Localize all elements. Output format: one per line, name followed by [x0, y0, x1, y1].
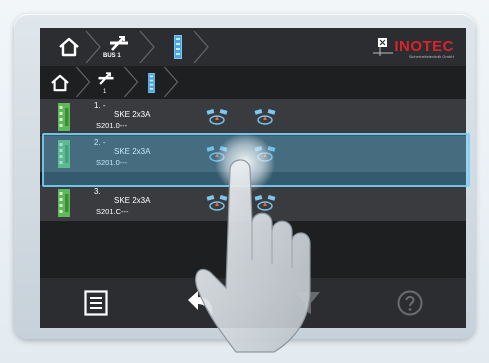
sub-breadcrumb-bar: 1: [40, 66, 466, 99]
home-icon: [51, 74, 69, 91]
row-type: SKE 2x3A: [114, 110, 151, 119]
help-button[interactable]: [390, 285, 430, 321]
row-number: 3.: [94, 187, 101, 196]
breadcrumb-chevron-icon: [85, 30, 101, 64]
logo-text: INOTEC: [394, 38, 454, 55]
help-icon: [397, 290, 423, 316]
list-icon: [84, 290, 108, 316]
breadcrumb-bar: BUS 1 INOTEC Sicherheitstechnik GmbH: [40, 28, 466, 66]
green-module-icon: [58, 103, 70, 131]
breadcrumb-chevron-icon: [75, 66, 91, 98]
home-button[interactable]: [54, 28, 84, 66]
bus-breadcrumb[interactable]: [104, 28, 134, 66]
device-strip-icon: [174, 35, 182, 59]
breadcrumb-chevron-icon: [163, 66, 179, 98]
bus-number: 1: [103, 89, 107, 95]
green-module-icon: [58, 189, 70, 217]
touch-hand-icon: [195, 133, 311, 353]
breadcrumb-chevron-icon: [123, 66, 139, 98]
bus-label: BUS 1: [103, 53, 121, 59]
device-breadcrumb-small[interactable]: [142, 66, 160, 99]
device-strip-icon: [147, 72, 155, 93]
device-breadcrumb[interactable]: [166, 28, 190, 66]
luminaire-icon: [206, 109, 228, 125]
bus-icon: [98, 71, 114, 85]
row-code: S201.0---: [96, 121, 128, 130]
inotec-logo-icon: [373, 38, 394, 56]
breadcrumb-chevron-icon: [139, 30, 155, 64]
row-code: S201.C---: [96, 207, 129, 216]
home-button-small[interactable]: [46, 66, 74, 99]
row-type: SKE 2x3A: [114, 196, 151, 205]
list-button[interactable]: [76, 285, 116, 321]
bus-icon: [110, 36, 128, 51]
breadcrumb-chevron-icon: [193, 30, 209, 64]
row-number: 1. -: [94, 101, 106, 110]
logo-subtitle: Sicherheitstechnik GmbH: [408, 54, 454, 59]
home-icon: [59, 37, 79, 57]
inotec-logo: INOTEC Sicherheitstechnik GmbH: [372, 37, 454, 59]
luminaire-icon: [254, 109, 276, 125]
